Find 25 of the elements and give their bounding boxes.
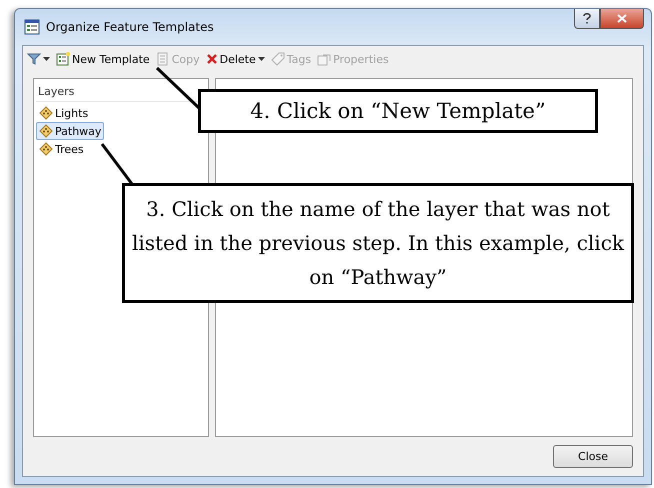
document-icon <box>156 52 170 66</box>
toolbar-button[interactable]: New Template <box>56 52 150 66</box>
x-icon <box>206 53 218 65</box>
close-dialog-button[interactable]: Close <box>553 445 633 468</box>
close-button[interactable] <box>600 9 644 29</box>
question-icon <box>583 13 591 24</box>
tag-icon <box>270 52 285 66</box>
layer-icon <box>39 106 53 120</box>
window-title: Organize Feature Templates <box>46 20 214 34</box>
list-icon <box>56 52 70 66</box>
leader-line <box>155 66 201 110</box>
funnel-icon <box>27 52 41 66</box>
callout: 4. Click on “New Template” <box>198 89 598 133</box>
help-button[interactable] <box>574 9 600 29</box>
leader-line <box>100 142 134 186</box>
close-icon <box>617 14 627 23</box>
layer-icon <box>39 124 53 138</box>
layer-item[interactable]: Pathway <box>36 122 104 140</box>
callout: 3. Click on the name of the layer that was not listed in the previous step. In this example, click on “Pathway” <box>122 183 634 303</box>
filter-dropdown[interactable] <box>27 52 50 66</box>
toolbar-button[interactable]: Delete <box>206 52 265 66</box>
layer-item[interactable]: Lights <box>36 104 92 122</box>
app-icon <box>24 19 40 35</box>
layer-icon <box>39 142 53 156</box>
layer-item[interactable]: Trees <box>36 140 87 158</box>
